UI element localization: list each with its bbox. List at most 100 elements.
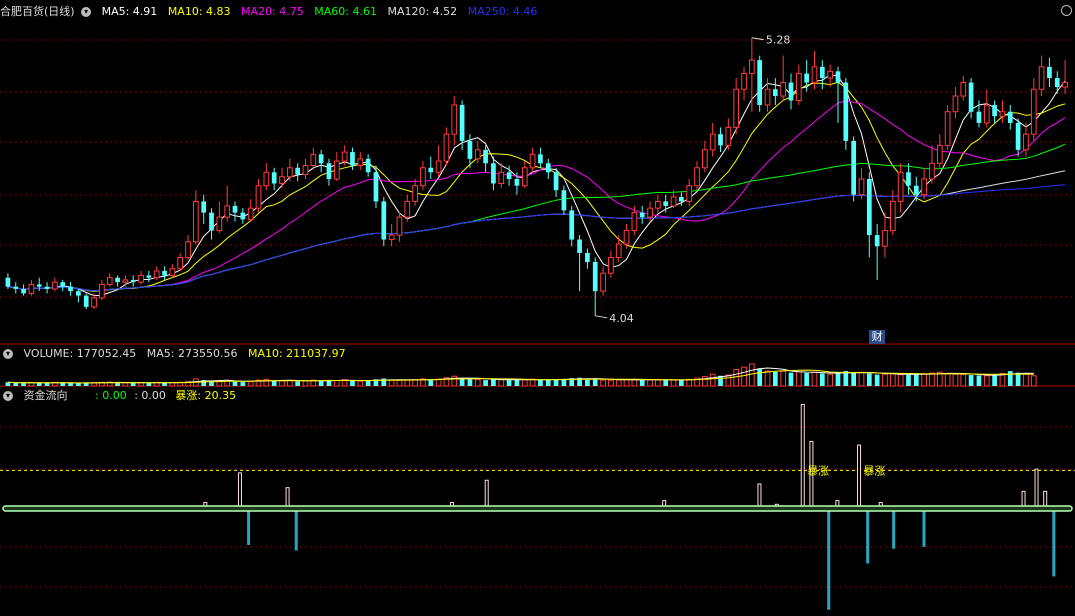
volume-bar bbox=[788, 372, 794, 386]
volume-bar bbox=[600, 379, 606, 387]
ma250-label: MA250: 4.46 bbox=[467, 5, 538, 18]
volume-bar bbox=[350, 380, 355, 386]
candle-body bbox=[639, 212, 645, 218]
volume-bar bbox=[686, 378, 693, 387]
volume-bar bbox=[545, 380, 551, 386]
candle-body bbox=[60, 282, 66, 287]
volume-bar bbox=[388, 379, 395, 387]
volume-label: VOLUME: 177052.45 bbox=[23, 347, 137, 360]
candle-body bbox=[279, 176, 285, 184]
volume-bar bbox=[396, 380, 403, 387]
volume-bar bbox=[279, 380, 285, 387]
candle-body bbox=[733, 88, 740, 128]
candle-body bbox=[843, 82, 849, 141]
volume-bar bbox=[1015, 372, 1021, 386]
candle-body bbox=[577, 239, 582, 254]
settings-circle-icon[interactable] bbox=[1061, 5, 1072, 16]
volume-bar bbox=[647, 379, 653, 387]
volume-bar bbox=[780, 370, 787, 387]
inflow-bar bbox=[857, 444, 862, 509]
volume-ma5-line bbox=[7, 367, 1034, 384]
low-arrow bbox=[595, 315, 608, 319]
candle-body bbox=[827, 70, 834, 79]
candle-body bbox=[185, 241, 191, 259]
fund-flow-header: ▾ 资金流向 : 0.00 : 0.00 暴涨: 20.35 bbox=[0, 388, 243, 404]
candle-body bbox=[44, 286, 50, 289]
finance-marker[interactable]: 财 bbox=[869, 330, 886, 344]
candle-body bbox=[835, 71, 841, 83]
candle-body bbox=[764, 88, 771, 106]
candle-body bbox=[608, 257, 614, 274]
inflow-bar bbox=[484, 479, 489, 509]
flow-surge-value: 暴涨: 20.35 bbox=[175, 389, 237, 402]
volume-bar bbox=[623, 379, 630, 387]
ma60-line bbox=[7, 143, 1066, 292]
chevron-down-icon[interactable]: ▾ bbox=[3, 391, 13, 401]
zero-line bbox=[2, 505, 1073, 512]
candle-body bbox=[365, 158, 371, 173]
inflow-bar bbox=[800, 403, 805, 509]
candle-body bbox=[1062, 82, 1068, 88]
volume-bar bbox=[76, 383, 81, 386]
chevron-down-icon[interactable]: ▾ bbox=[3, 349, 13, 359]
volume-bar bbox=[122, 382, 129, 387]
candle-body bbox=[906, 172, 911, 186]
volume-bar bbox=[725, 374, 732, 387]
candle-body bbox=[286, 167, 293, 178]
candle-body bbox=[216, 216, 223, 232]
candle-body bbox=[459, 104, 465, 141]
candle-body bbox=[404, 200, 411, 218]
volume-bar bbox=[670, 379, 677, 387]
volume-bar bbox=[615, 379, 622, 387]
candle-body bbox=[741, 73, 747, 90]
ma10-label: MA10: 4.83 bbox=[167, 5, 231, 18]
candle-body bbox=[420, 167, 426, 187]
candle-body bbox=[5, 277, 11, 287]
outflow-bar bbox=[294, 508, 298, 551]
volume-bar bbox=[639, 380, 645, 386]
volume-bar bbox=[318, 380, 324, 386]
candle-body bbox=[538, 154, 543, 164]
volume-bar bbox=[514, 379, 520, 386]
volume-bar bbox=[906, 375, 911, 386]
candle-body bbox=[521, 167, 528, 187]
candle-body bbox=[874, 235, 880, 247]
volume-bar bbox=[1023, 373, 1029, 387]
candle-body bbox=[146, 275, 152, 278]
chevron-down-icon[interactable]: ▾ bbox=[81, 7, 92, 17]
volume-bar bbox=[733, 369, 740, 387]
volume-bar bbox=[491, 379, 496, 386]
candle-body bbox=[679, 196, 684, 202]
candle-body bbox=[795, 73, 802, 102]
candle-body bbox=[396, 216, 403, 236]
candle-body bbox=[561, 190, 567, 211]
candle-body bbox=[804, 73, 810, 83]
volume-bar bbox=[709, 373, 716, 387]
volume-bar bbox=[858, 371, 865, 387]
candle-body bbox=[350, 152, 355, 166]
candle-body bbox=[897, 171, 904, 202]
candle-body bbox=[936, 144, 943, 164]
candle-body bbox=[709, 133, 716, 151]
volume-bar bbox=[772, 371, 778, 386]
candle-body bbox=[240, 212, 246, 220]
candle-body bbox=[474, 149, 481, 160]
volume-bar bbox=[702, 376, 708, 387]
candle-body bbox=[122, 279, 129, 283]
volume-bar bbox=[1030, 375, 1037, 387]
volume-bar bbox=[882, 373, 888, 387]
candle-body bbox=[483, 149, 488, 164]
candle-body bbox=[491, 163, 496, 184]
volume-bar bbox=[952, 373, 959, 387]
candle-body bbox=[326, 163, 332, 179]
candle-body bbox=[333, 160, 340, 180]
candle-body bbox=[506, 172, 512, 179]
candle-body bbox=[1023, 133, 1029, 151]
candle-body bbox=[153, 270, 160, 279]
volume-bar bbox=[247, 380, 254, 387]
volume-bar bbox=[1007, 371, 1013, 386]
volume-bar bbox=[506, 380, 512, 386]
candle-body bbox=[929, 162, 935, 180]
candle-body bbox=[247, 207, 254, 220]
candle-body bbox=[28, 283, 35, 294]
